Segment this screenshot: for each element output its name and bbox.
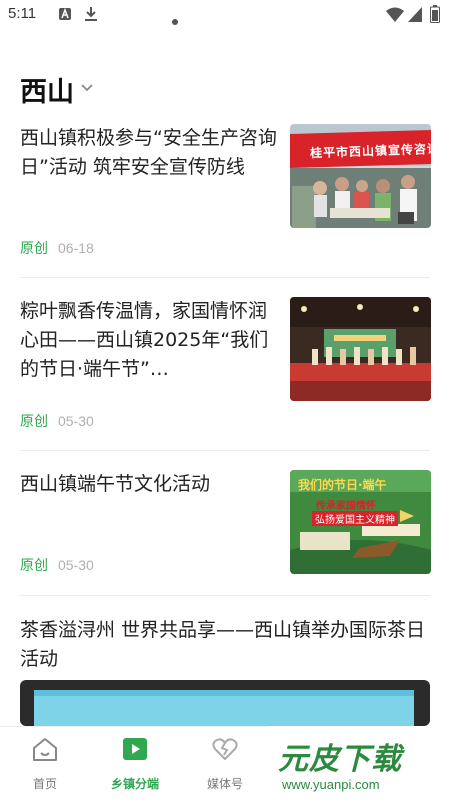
chevron-down-icon[interactable]	[80, 78, 94, 97]
heart-broken-icon	[211, 735, 239, 767]
article-title[interactable]: 茶香溢浔州 世界共品享——西山镇举办国际茶日活动	[20, 616, 430, 674]
status-bar: 5:11	[0, 0, 450, 32]
article-item[interactable]: 茶香溢浔州 世界共品享——西山镇举办国际茶日活动	[0, 612, 450, 726]
article-item[interactable]: 西山镇积极参与“安全生产咨询日”活动 筑牢安全宣传防线 原创 06-18 桂平市西…	[0, 120, 450, 276]
nav-item-township[interactable]: 乡镇分端	[90, 727, 180, 800]
article-date: 05-30	[58, 413, 94, 429]
divider	[20, 450, 430, 451]
divider	[20, 595, 430, 596]
article-title[interactable]: 粽叶飘香传温情，家国情怀润心田——西山镇2025年“我们的节日·端午节”…	[20, 297, 282, 384]
article-date: 05-30	[58, 557, 94, 573]
battery-icon	[430, 5, 440, 27]
article-title[interactable]: 西山镇积极参与“安全生产咨询日”活动 筑牢安全宣传防线	[20, 124, 282, 182]
article-thumbnail[interactable]: 我们的节日·端午 传承家国情怀 弘扬爱国主义精神	[290, 470, 431, 574]
nav-label: 乡镇分端	[110, 777, 159, 791]
divider	[20, 277, 430, 278]
article-meta: 原创 06-18	[20, 238, 94, 258]
page-title[interactable]: 西山	[20, 70, 74, 109]
home-icon	[31, 735, 59, 767]
nav-item-home[interactable]: 首页	[0, 727, 90, 800]
article-thumbnail[interactable]	[290, 297, 431, 401]
article-date: 06-18	[58, 240, 94, 256]
wifi-icon	[386, 7, 404, 26]
article-meta: 原创 05-30	[20, 555, 94, 575]
download-icon	[84, 6, 98, 26]
watermark-url: www.yuanpi.com	[282, 777, 380, 792]
watermark: 元皮下载 www.yuanpi.com	[268, 726, 450, 800]
poster-line: 弘扬爱国主义精神	[312, 511, 398, 526]
original-tag: 原创	[20, 558, 48, 574]
notification-a-icon	[58, 6, 72, 25]
original-tag: 原创	[20, 241, 48, 257]
nav-label: 首页	[32, 777, 57, 791]
original-tag: 原创	[20, 414, 48, 430]
article-thumbnail[interactable]: 桂平市西山镇宣传咨询	[290, 124, 431, 228]
nav-label: 媒体号	[206, 777, 243, 791]
poster-line: 传承家国情怀	[316, 501, 376, 512]
status-time: 5:11	[8, 5, 37, 22]
dot-icon	[172, 10, 178, 29]
article-meta: 原创 05-30	[20, 411, 94, 431]
watermark-logo: 元皮下载	[278, 742, 402, 777]
article-title[interactable]: 西山镇端午节文化活动	[20, 470, 282, 499]
article-item[interactable]: 粽叶飘香传温情，家国情怀润心田——西山镇2025年“我们的节日·端午节”… 原创…	[0, 293, 450, 449]
signal-icon	[408, 7, 422, 26]
article-cover-image[interactable]	[20, 680, 430, 726]
nav-item-media[interactable]: 媒体号	[180, 727, 270, 800]
play-square-icon	[121, 735, 149, 767]
poster-title: 我们的节日·端午	[298, 478, 387, 492]
article-item[interactable]: 西山镇端午节文化活动 原创 05-30 我们的节日·端午 传承家国情怀 弘扬爱国主…	[0, 466, 450, 578]
